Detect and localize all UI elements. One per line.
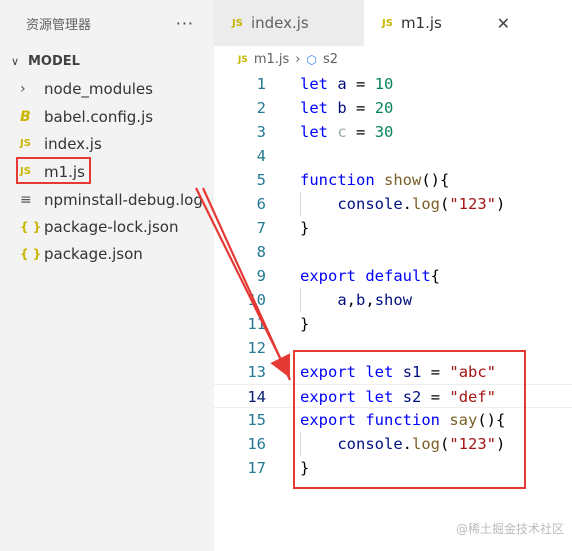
tree-item-label: package.json <box>44 244 143 263</box>
folder-name: MODEL <box>28 53 80 69</box>
highlight-box-exports <box>293 350 526 489</box>
line-number: 3 <box>256 123 266 141</box>
code-text: function show(){ <box>300 171 450 189</box>
explorer-header: 资源管理器 ··· <box>0 0 214 46</box>
code-line: 11} <box>214 312 572 336</box>
explorer-title: 资源管理器 <box>26 17 92 33</box>
line-number: 15 <box>247 411 266 429</box>
line-number: 12 <box>247 339 266 357</box>
line-number: 4 <box>256 147 266 165</box>
tree-item-babel-config[interactable]: B babel.config.js <box>0 103 153 130</box>
line-number: 10 <box>247 291 266 309</box>
tree-item-package-json[interactable]: { } package.json <box>0 240 143 267</box>
explorer-sidebar: 资源管理器 ··· ∨ MODEL › node_modules B babel… <box>0 0 214 551</box>
breadcrumb-file[interactable]: m1.js <box>254 52 289 67</box>
line-number: 9 <box>256 267 266 285</box>
close-icon[interactable]: ✕ <box>497 14 510 33</box>
symbol-variable-icon: ⬡ <box>306 52 317 67</box>
chevron-right-icon: › <box>20 80 26 97</box>
js-file-icon: JS <box>382 17 393 29</box>
code-line: 5 function show(){ <box>214 168 572 192</box>
line-number: 5 <box>256 171 266 189</box>
line-number: 17 <box>247 459 266 477</box>
code-text: let b = 20 <box>300 99 394 117</box>
line-number: 13 <box>247 363 266 381</box>
code-text: } <box>300 315 310 333</box>
highlight-box-m1 <box>16 157 91 184</box>
babel-file-icon: B <box>20 108 31 125</box>
tree-item-package-lock[interactable]: { } package-lock.json <box>0 213 178 240</box>
log-file-icon: ≡ <box>20 191 32 208</box>
tree-item-label: babel.config.js <box>44 107 154 126</box>
tree-item-label: package-lock.json <box>44 217 179 236</box>
code-text: console.log("123") <box>337 195 506 213</box>
line-number: 11 <box>247 315 266 333</box>
watermark: @稀土掘金技术社区 <box>455 522 564 536</box>
line-number: 14 <box>247 388 266 406</box>
tab-label: m1.js <box>400 14 442 32</box>
tree-item-label: node_modules <box>44 79 153 98</box>
json-file-icon: { } <box>20 219 42 234</box>
code-line: 4 <box>214 144 572 168</box>
code-text: let c = 30 <box>300 123 394 141</box>
js-file-icon: JS <box>238 54 248 65</box>
tab-label: index.js <box>250 14 309 32</box>
code-line: 3 let c = 30 <box>214 120 572 144</box>
js-file-icon: JS <box>20 138 31 149</box>
line-number: 1 <box>256 75 266 93</box>
code-line: 1 let a = 10 <box>214 72 572 96</box>
folder-section-model[interactable]: ∨ MODEL <box>0 48 80 74</box>
code-text: a,b,show <box>337 291 413 309</box>
line-number: 7 <box>256 219 266 237</box>
tab-m1-js[interactable]: JS m1.js ✕ <box>364 0 572 46</box>
code-line: 2 let b = 20 <box>214 96 572 120</box>
tree-item-node-modules[interactable]: › node_modules <box>0 75 153 102</box>
js-file-icon: JS <box>232 17 243 29</box>
code-line: 7} <box>214 216 572 240</box>
tree-item-npminstall-log[interactable]: ≡ npminstall-debug.log <box>0 186 203 213</box>
line-number: 8 <box>256 243 266 261</box>
breadcrumb: JS m1.js › ⬡ s2 <box>238 52 338 67</box>
chevron-down-icon: ∨ <box>10 54 20 68</box>
tree-item-label: index.js <box>44 134 102 153</box>
code-text: } <box>300 219 310 237</box>
line-number: 2 <box>256 99 266 117</box>
code-line: 9 export default{ <box>214 264 572 288</box>
tree-item-label: npminstall-debug.log <box>44 190 203 209</box>
chevron-right-icon: › <box>295 52 301 67</box>
code-line: 6 console.log("123") <box>214 192 572 216</box>
tab-index-js[interactable]: JS index.js <box>214 0 364 46</box>
code-text: let a = 10 <box>300 75 394 93</box>
json-file-icon: { } <box>20 246 42 261</box>
code-line: 8 <box>214 240 572 264</box>
code-line: 10 a,b,show <box>214 288 572 312</box>
line-number: 6 <box>256 195 266 213</box>
code-text: export default{ <box>300 267 441 285</box>
editor-tabs: JS index.js JS m1.js ✕ <box>214 0 572 46</box>
tree-item-index-js[interactable]: JS index.js <box>0 130 102 157</box>
line-number: 16 <box>247 435 266 453</box>
more-actions-icon[interactable]: ··· <box>176 14 194 33</box>
breadcrumb-symbol[interactable]: s2 <box>323 52 338 67</box>
